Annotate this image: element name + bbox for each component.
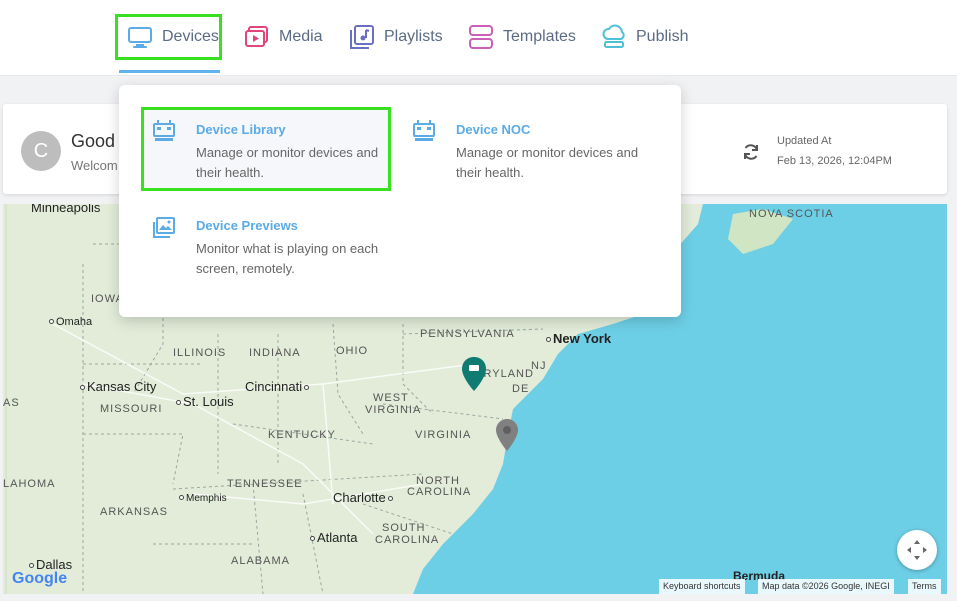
nav-tab-publish[interactable]: Publish (601, 14, 688, 60)
map-label-lahoma: LAHOMA (3, 478, 56, 490)
menu-item-description: Manage or monitor devices and their heal… (456, 145, 639, 180)
refresh-icon[interactable] (741, 142, 761, 162)
map-label-alabama: ALABAMA (231, 555, 290, 567)
devices-dropdown-menu: Device Library Manage or monitor devices… (119, 85, 681, 317)
menu-item-device-library[interactable]: Device Library Manage or monitor devices… (141, 107, 391, 191)
keyboard-shortcuts-link[interactable]: Keyboard shortcuts (659, 579, 745, 594)
map-label-missouri: MISSOURI (100, 403, 163, 415)
map-label-illinois: ILLINOIS (173, 347, 227, 359)
menu-item-title: Device NOC (456, 122, 531, 137)
nav-tab-label: Devices (162, 28, 219, 45)
monitor-icon (128, 27, 152, 48)
nav-tab-media[interactable]: Media (244, 14, 323, 60)
menu-item-title: Device Library (196, 122, 286, 137)
nav-tab-label: Publish (636, 28, 689, 45)
map-label-west-virginia-1: WEST (373, 392, 409, 404)
avatar[interactable]: C (21, 131, 61, 171)
media-play-icon (245, 26, 268, 47)
menu-item-description: Monitor what is playing on each screen, … (196, 241, 379, 276)
device-pin-icon[interactable] (462, 357, 486, 391)
map-label-south-carolina-2: CAROLINA (375, 534, 440, 546)
map-label-st-louis: St. Louis (176, 394, 234, 409)
greeting-title: Good (71, 131, 116, 151)
map-label-indiana: INDIANA (249, 347, 301, 359)
device-library-icon (153, 120, 175, 141)
move-arrows-icon (907, 540, 927, 560)
nav-tab-playlists[interactable]: Playlists (349, 14, 443, 60)
map-label-nova-scotia: NOVA SCOTIA (749, 208, 834, 220)
map-label-new-york: New York (546, 331, 611, 346)
terms-link[interactable]: Terms (908, 579, 941, 594)
menu-item-device-noc[interactable]: Device NOC Manage or monitor devices and… (404, 110, 654, 194)
map-label-south-carolina-1: SOUTH (382, 522, 426, 534)
map-data-attribution: Map data ©2026 Google, INEGI (758, 579, 894, 594)
device-pin-offline-icon[interactable] (496, 419, 518, 451)
greeting-subtitle: Welcom (71, 158, 118, 173)
top-navigation: Devices Media Playlists Templates Publis… (0, 0, 957, 76)
map-label-minneapolis: Minneapolis (31, 204, 101, 215)
playlist-icon (350, 25, 374, 49)
cloud-publish-icon (602, 24, 625, 48)
map-label-atlanta: Atlanta (310, 530, 357, 545)
nav-tab-label: Media (279, 28, 323, 45)
google-logo: Google (12, 570, 68, 587)
map-label-virginia: VIRGINIA (415, 429, 472, 441)
device-noc-icon (413, 120, 435, 141)
map-label-tennessee: TENNESSEE (227, 478, 303, 490)
map-fullscreen-button[interactable] (897, 530, 937, 570)
map-label-west-virginia-2: VIRGINIA (365, 404, 422, 416)
menu-item-description: Manage or monitor devices and their heal… (196, 145, 379, 180)
map-label-cincinnati: Cincinnati (245, 379, 311, 394)
menu-item-title: Device Previews (196, 218, 298, 233)
map-label-north-carolina-2: CAROLINA (407, 486, 472, 498)
updated-at-value: Feb 13, 2026, 12:04PM (777, 155, 892, 167)
map-label-kansas-city: Kansas City (80, 379, 156, 394)
device-previews-icon (153, 217, 175, 238)
nav-tab-devices[interactable]: Devices (115, 14, 222, 60)
map-label-pennsylvania: PENNSYLVANIA (420, 328, 515, 340)
menu-item-device-previews[interactable]: Device Previews Monitor what is playing … (144, 206, 394, 290)
map-label-nj: NJ (531, 360, 547, 372)
map-label-memphis: Memphis (179, 493, 227, 504)
active-tab-indicator (119, 70, 220, 73)
updated-at-label: Updated At (777, 135, 832, 147)
map-label-de: DE (512, 383, 530, 395)
nav-tab-templates[interactable]: Templates (468, 14, 576, 60)
map-label-as: AS (3, 397, 20, 409)
map-label-kentucky: KENTUCKY (268, 429, 336, 441)
map-label-ohio: OHIO (336, 345, 369, 357)
templates-icon (469, 25, 493, 49)
map-label-arkansas: ARKANSAS (100, 506, 168, 518)
nav-tab-label: Playlists (384, 28, 443, 45)
map-label-charlotte: Charlotte (333, 490, 395, 505)
nav-tab-label: Templates (503, 28, 576, 45)
map-label-omaha: Omaha (49, 316, 92, 328)
